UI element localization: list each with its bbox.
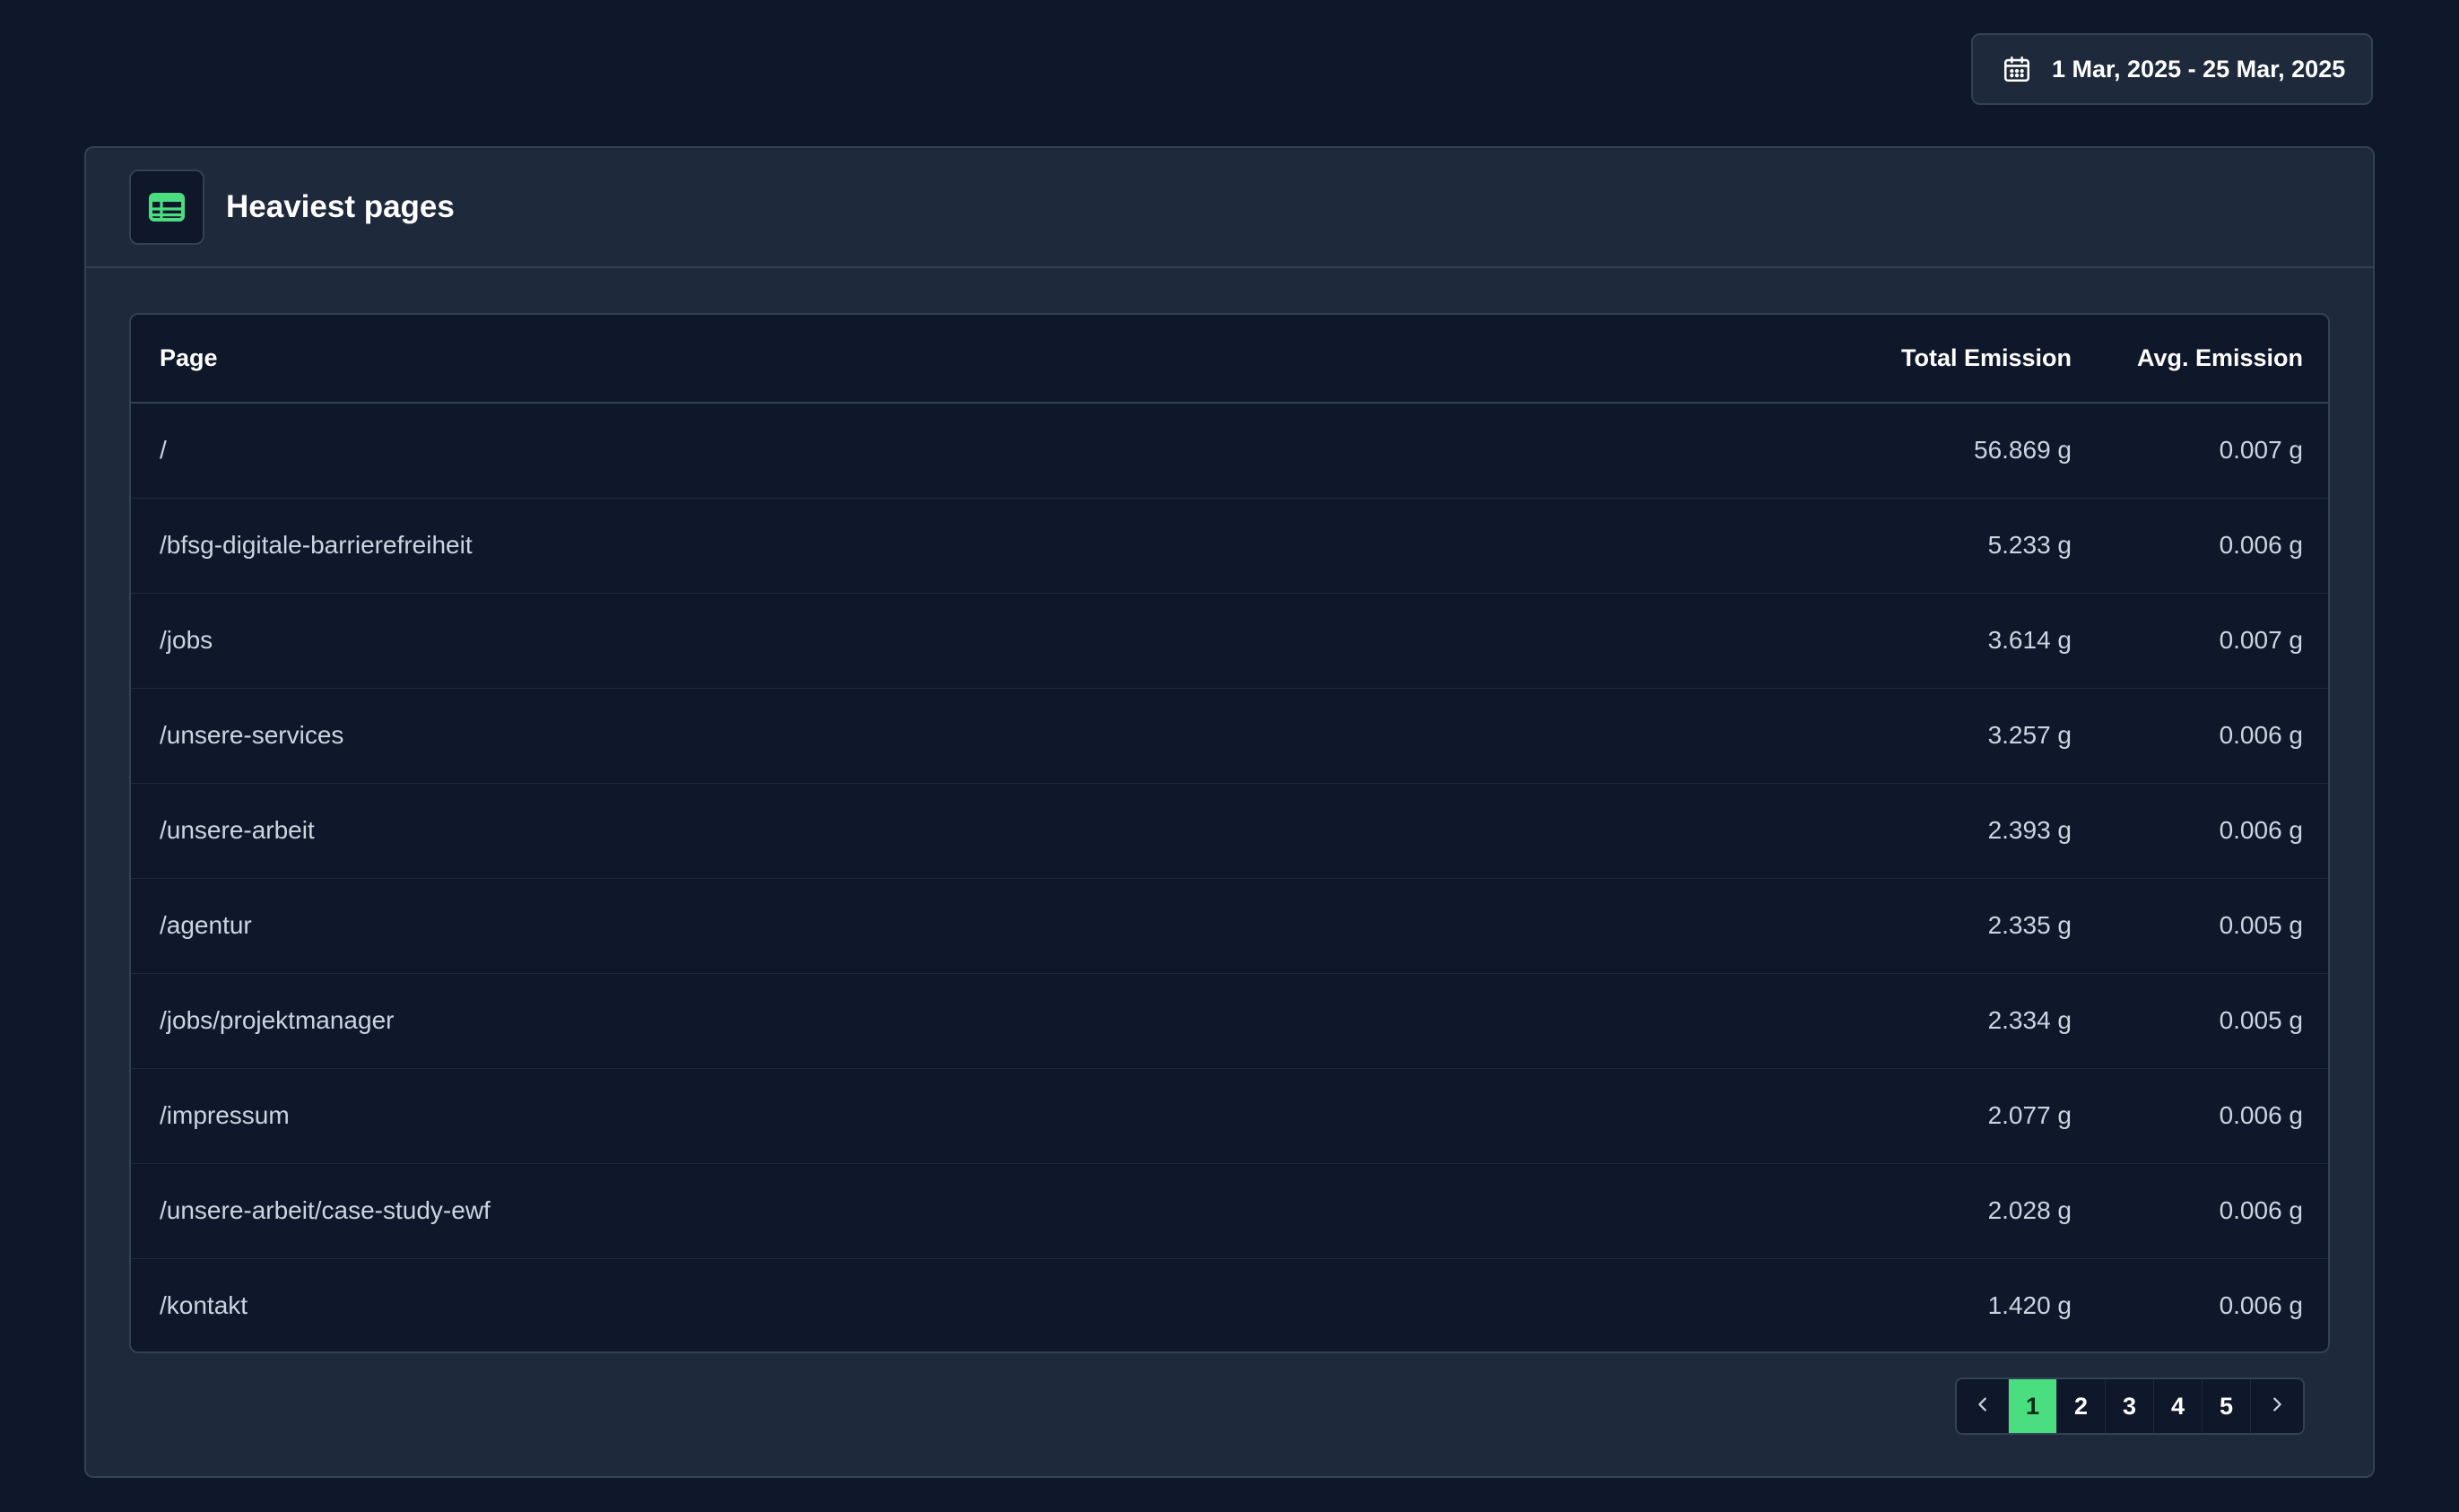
table-row: /unsere-services 3.257 g 0.006 g xyxy=(131,688,2328,783)
chevron-right-icon xyxy=(2267,1393,2287,1421)
total-emission: 2.335 g xyxy=(1987,911,2072,939)
card-header: Heaviest pages xyxy=(86,148,2373,268)
next-page-button[interactable] xyxy=(2251,1379,2303,1433)
total-emission: 2.077 g xyxy=(1987,1101,2072,1129)
column-header-page: Page xyxy=(160,344,218,371)
emissions-table: Page Total Emission Avg. Emission / 56.8… xyxy=(129,313,2330,1353)
page-path: /jobs/projektmanager xyxy=(160,1006,395,1034)
table-row: / 56.869 g 0.007 g xyxy=(131,403,2328,498)
page-button-3[interactable]: 3 xyxy=(2106,1379,2154,1433)
page-path: /unsere-arbeit xyxy=(160,816,315,844)
page-path: /bfsg-digitale-barrierefreiheit xyxy=(160,531,473,559)
table-row: /kontakt 1.420 g 0.006 g xyxy=(131,1258,2328,1351)
avg-emission: 0.006 g xyxy=(2219,816,2303,844)
calendar-icon xyxy=(2000,52,2034,86)
page-path: /agentur xyxy=(160,911,252,939)
pagination: 1 2 3 4 5 xyxy=(1955,1377,2305,1435)
table-row: /impressum 2.077 g 0.006 g xyxy=(131,1068,2328,1163)
avg-emission: 0.005 g xyxy=(2219,1006,2303,1034)
avg-emission: 0.006 g xyxy=(2219,1101,2303,1129)
avg-emission: 0.006 g xyxy=(2219,721,2303,749)
heaviest-pages-card: Heaviest pages Page Total Emission Avg. … xyxy=(84,146,2375,1478)
column-header-avg-emission: Avg. Emission xyxy=(2136,344,2303,371)
total-emission: 56.869 g xyxy=(1974,436,2072,465)
page-path: /unsere-arbeit/case-study-ewf xyxy=(160,1196,491,1224)
total-emission: 3.257 g xyxy=(1987,721,2072,749)
date-range-button[interactable]: 1 Mar, 2025 - 25 Mar, 2025 xyxy=(1971,33,2373,105)
avg-emission: 0.007 g xyxy=(2219,436,2303,465)
date-range-label: 1 Mar, 2025 - 25 Mar, 2025 xyxy=(2052,55,2346,83)
avg-emission: 0.006 g xyxy=(2219,1291,2303,1320)
previous-page-button[interactable] xyxy=(1957,1379,2009,1433)
total-emission: 1.420 g xyxy=(1987,1291,2072,1320)
table-row: /unsere-arbeit 2.393 g 0.006 g xyxy=(131,783,2328,878)
total-emission: 5.233 g xyxy=(1987,531,2072,559)
page-button-5[interactable]: 5 xyxy=(2203,1379,2251,1433)
total-emission: 2.334 g xyxy=(1987,1006,2072,1034)
page-path: /impressum xyxy=(160,1101,290,1129)
total-emission: 2.393 g xyxy=(1987,816,2072,844)
table-row: /jobs/projektmanager 2.334 g 0.005 g xyxy=(131,973,2328,1068)
page-path: /jobs xyxy=(160,626,213,654)
table-row: /agentur 2.335 g 0.005 g xyxy=(131,878,2328,973)
page-button-2[interactable]: 2 xyxy=(2057,1379,2106,1433)
table-header-row: Page Total Emission Avg. Emission xyxy=(131,315,2328,403)
total-emission: 2.028 g xyxy=(1987,1196,2072,1224)
page-path: / xyxy=(160,436,167,465)
chevron-left-icon xyxy=(1973,1393,1993,1421)
column-header-total-emission: Total Emission xyxy=(1900,344,2072,371)
table-icon xyxy=(129,169,204,245)
page-button-4[interactable]: 4 xyxy=(2154,1379,2203,1433)
page-path: /kontakt xyxy=(160,1291,248,1320)
avg-emission: 0.005 g xyxy=(2219,911,2303,939)
total-emission: 3.614 g xyxy=(1987,626,2072,654)
card-title: Heaviest pages xyxy=(226,189,455,224)
avg-emission: 0.006 g xyxy=(2219,1196,2303,1224)
page-path: /unsere-services xyxy=(160,721,344,749)
table-row: /bfsg-digitale-barrierefreiheit 5.233 g … xyxy=(131,498,2328,593)
table-row: /jobs 3.614 g 0.007 g xyxy=(131,593,2328,688)
page-button-1[interactable]: 1 xyxy=(2009,1379,2057,1433)
table-row: /unsere-arbeit/case-study-ewf 2.028 g 0.… xyxy=(131,1163,2328,1258)
avg-emission: 0.006 g xyxy=(2219,531,2303,559)
avg-emission: 0.007 g xyxy=(2219,626,2303,654)
